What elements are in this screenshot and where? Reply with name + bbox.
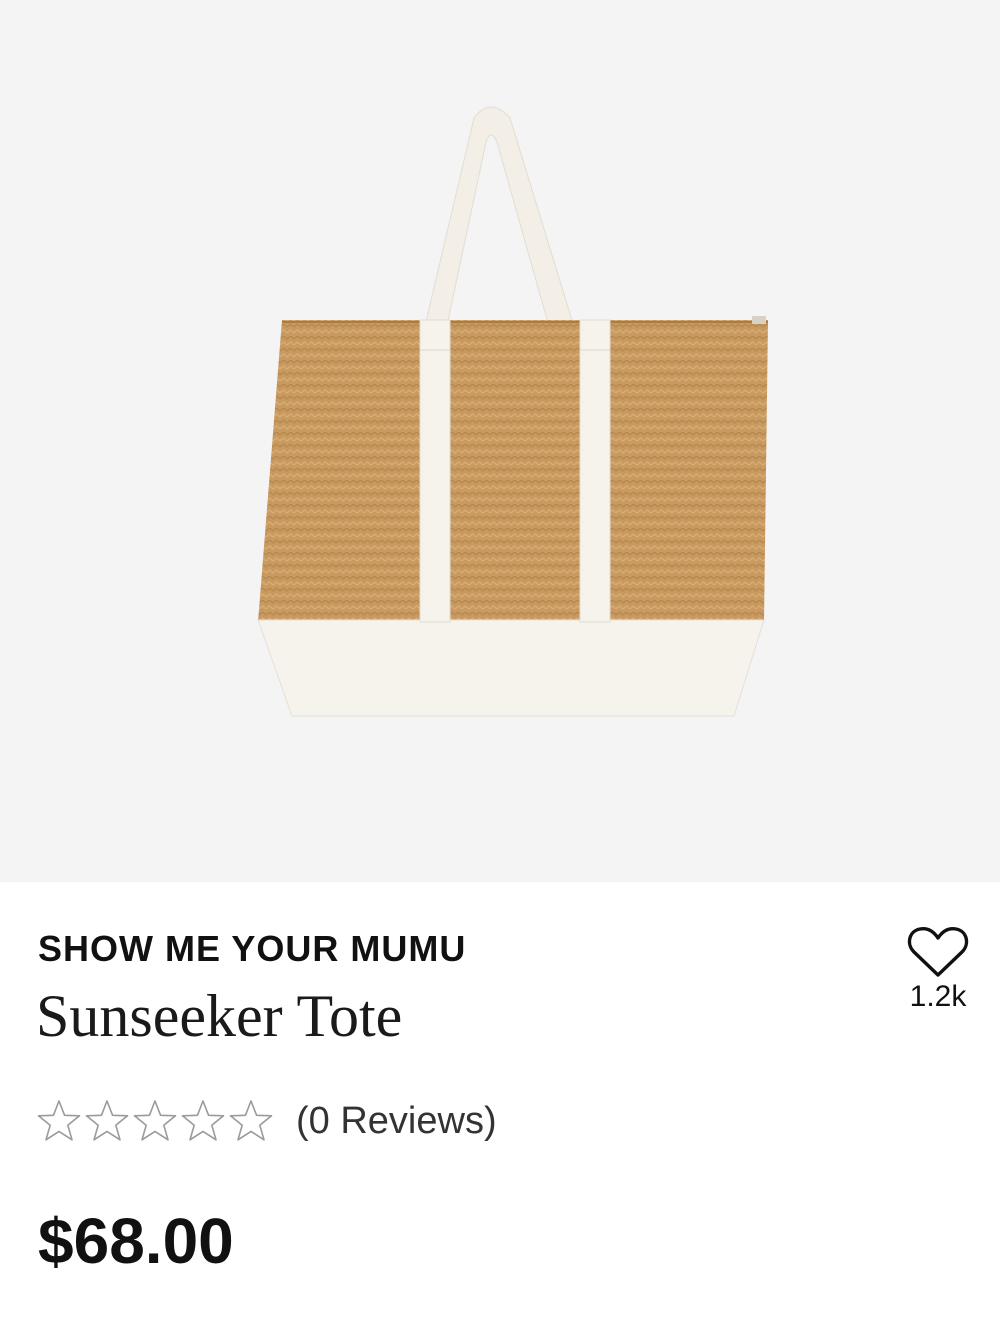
favorite-button[interactable]: 1.2k bbox=[890, 926, 986, 1014]
star-outline-icon bbox=[85, 1100, 129, 1141]
product-image-area[interactable] bbox=[0, 0, 1000, 882]
product-info-panel: SHOW ME YOUR MUMU Sunseeker Tote 1.2k (0… bbox=[0, 882, 1000, 1333]
star-outline-icon bbox=[229, 1100, 273, 1141]
product-price: $68.00 bbox=[38, 1205, 234, 1277]
star-outline-icon bbox=[181, 1100, 225, 1141]
star-outline-icon bbox=[133, 1100, 177, 1141]
rating-row[interactable]: (0 Reviews) bbox=[36, 1096, 497, 1146]
star-rating[interactable] bbox=[36, 1098, 274, 1144]
heart-outline-icon[interactable] bbox=[907, 926, 969, 978]
star-outline-icon bbox=[37, 1100, 81, 1141]
product-title: Sunseeker Tote bbox=[36, 983, 403, 1049]
brand-name[interactable]: SHOW ME YOUR MUMU bbox=[38, 928, 466, 970]
reviews-link[interactable]: (0 Reviews) bbox=[296, 1100, 497, 1143]
favorite-count: 1.2k bbox=[909, 980, 967, 1013]
straw-tote-bag-image bbox=[257, 106, 768, 717]
